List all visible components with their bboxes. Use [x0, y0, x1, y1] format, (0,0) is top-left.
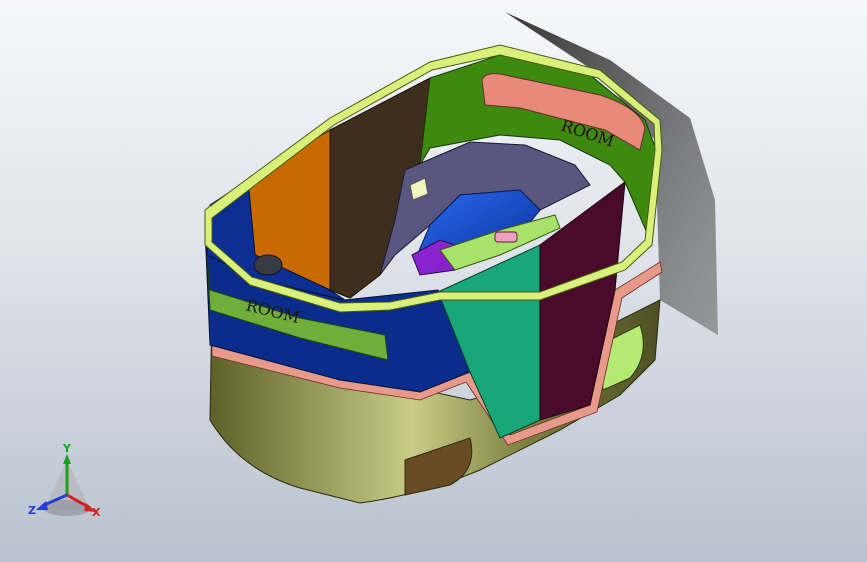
seat-pink-knob [494, 231, 518, 243]
x-axis-label: X [92, 506, 101, 519]
y-axis-arrow [63, 454, 71, 464]
z-axis-label: Z [28, 504, 36, 517]
z-axis-arrow [36, 501, 48, 510]
y-axis-label: Y [62, 442, 72, 455]
side-knob [253, 254, 283, 276]
cad-viewport[interactable]: ROOM ROOM [0, 0, 867, 562]
axis-triad: Y X Z [28, 442, 101, 519]
